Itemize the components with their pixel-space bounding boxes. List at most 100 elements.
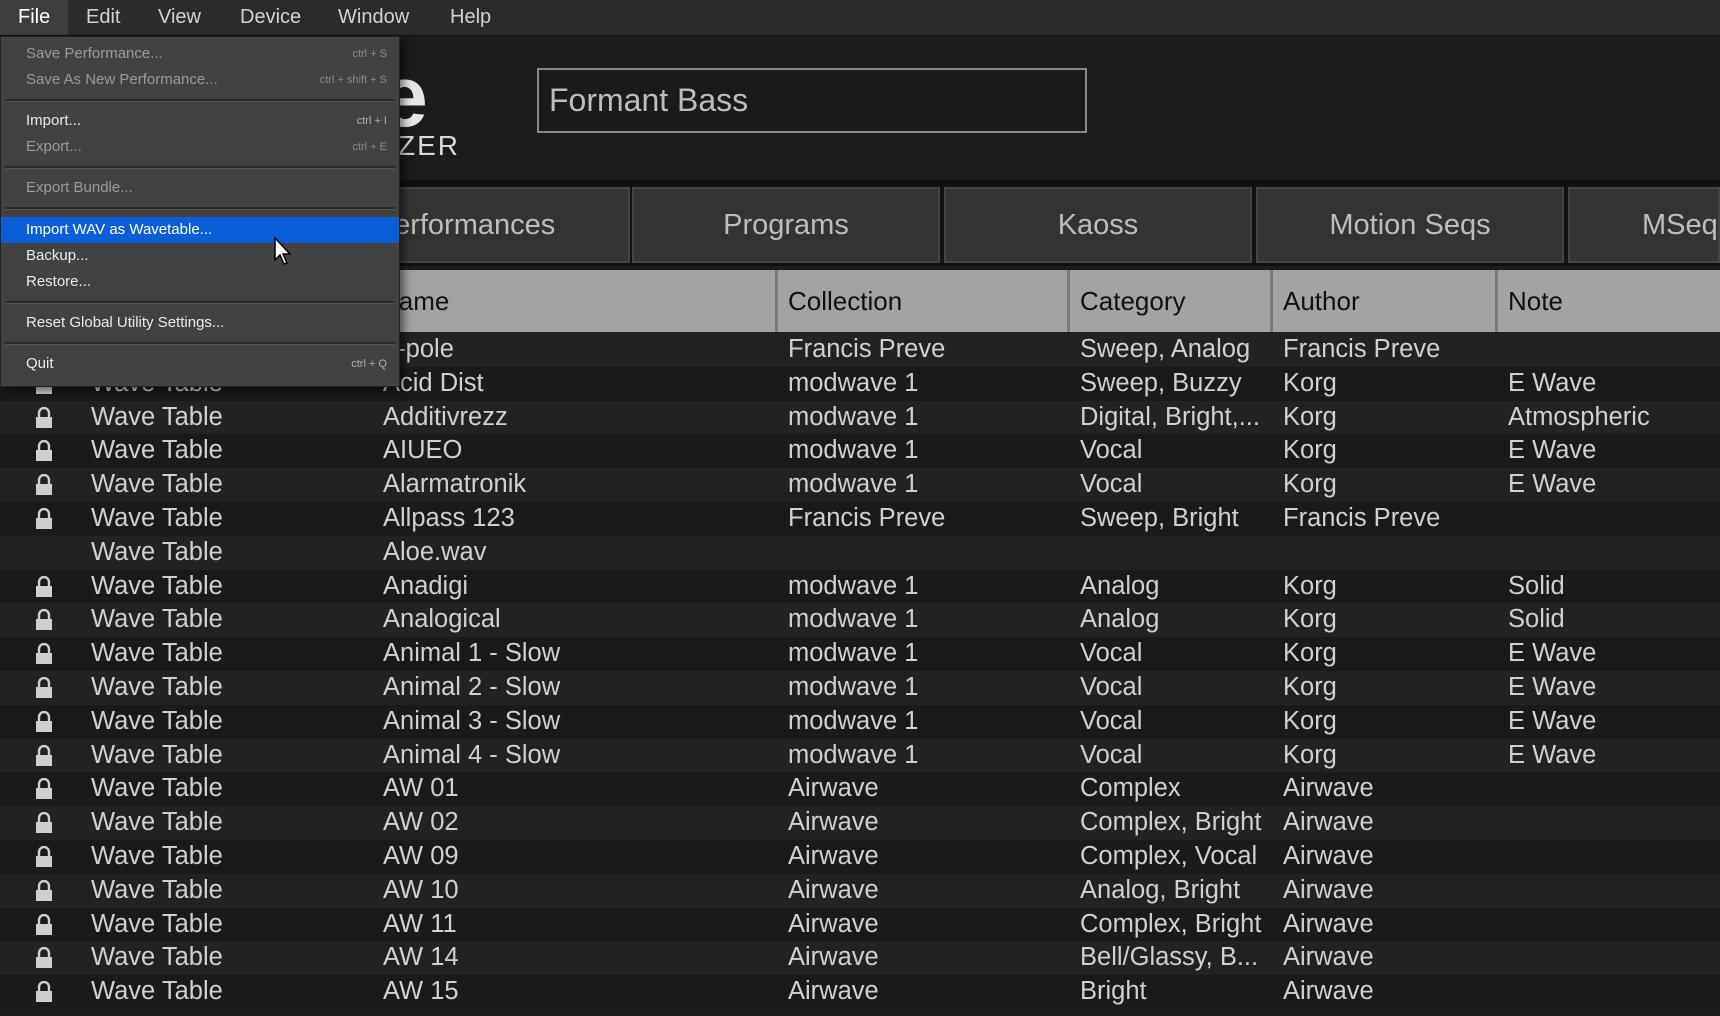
menu-edit[interactable]: Edit: [68, 0, 138, 35]
table-row[interactable]: Wave Table AW 11 Airwave Complex, Bright Air…: [0, 907, 1720, 942]
menu-window[interactable]: Window: [320, 0, 427, 35]
menu-item-quit[interactable]: Quit ctrl + Q: [1, 351, 399, 377]
cell-author: Korg: [1283, 571, 1337, 600]
menu-item-save-as-new-performance[interactable]: Save As New Performance... ctrl + shift +…: [1, 67, 399, 93]
cell-name: Analogical: [383, 605, 501, 634]
cell-name: Animal 2 - Slow: [383, 672, 561, 701]
menu-item-import[interactable]: Import... ctrl + I: [1, 108, 399, 134]
table-row[interactable]: Wave Table Animal 4 - Slow modwave 1 Vocal K…: [0, 738, 1720, 773]
cell-name: AW 02: [383, 808, 459, 837]
performance-name-box[interactable]: [537, 68, 1087, 133]
table-row[interactable]: Wave Table Additivrezz modwave 1 Digital, B…: [0, 400, 1720, 435]
cell-name: Anadigi: [383, 571, 469, 600]
menu-item-label: Save As New Performance...: [26, 71, 218, 88]
menu-item-label: Export...: [26, 138, 82, 155]
lock-icon: [36, 440, 52, 462]
tab-mseq[interactable]: MSeq: [1568, 187, 1720, 263]
cell-category: Bell/Glassy, B...: [1080, 943, 1259, 972]
cell-name: Additivrezz: [383, 402, 508, 431]
cell-author: Airwave: [1283, 943, 1374, 972]
cell-type: Wave Table: [91, 436, 223, 465]
cell-author: Korg: [1283, 368, 1337, 397]
shortcut-label: ctrl + I: [356, 115, 387, 127]
menu-item-label: Quit: [26, 355, 54, 372]
menu-item-backup[interactable]: Backup...: [1, 243, 399, 269]
tab-motion-seqs[interactable]: Motion Seqs: [1256, 187, 1564, 263]
cell-author: Airwave: [1283, 909, 1374, 938]
table-row[interactable]: Wave Table Animal 1 - Slow modwave 1 Vocal K…: [0, 637, 1720, 671]
table-row[interactable]: Wave Table AIUEO modwave 1 Vocal Korg E Wave: [0, 434, 1720, 469]
column-header-category[interactable]: Category: [1070, 270, 1273, 332]
cell-collection: Airwave: [788, 909, 879, 938]
menu-help[interactable]: Help: [432, 0, 509, 35]
table-row[interactable]: Wave Table Anadigi modwave 1 Analog Korg Soli…: [0, 569, 1720, 604]
table-row[interactable]: Wave Table Alarmatronik modwave 1 Vocal Korg…: [0, 468, 1720, 502]
cell-name: AW 14: [383, 943, 459, 972]
table-row[interactable]: Wave Table Analogical modwave 1 Analog Korg S…: [0, 603, 1720, 638]
column-header-author[interactable]: Author: [1273, 270, 1498, 332]
table-row[interactable]: Wave Table AW 02 Airwave Complex, Bright Air…: [0, 806, 1720, 840]
menu-item-restore[interactable]: Restore...: [1, 269, 399, 295]
lock-icon: [36, 710, 52, 732]
cell-author: Airwave: [1283, 977, 1374, 1006]
cell-category: Vocal: [1080, 672, 1143, 701]
cell-name: Animal 4 - Slow: [383, 740, 561, 769]
cell-collection: modwave 1: [788, 740, 919, 769]
menu-device[interactable]: Device: [222, 0, 319, 35]
menu-file[interactable]: File: [0, 0, 68, 35]
menu-view[interactable]: View: [140, 0, 219, 35]
performance-name-field[interactable]: [539, 70, 1085, 131]
lock-icon: [36, 575, 52, 597]
table-row[interactable]: Wave Table Animal 3 - Slow modwave 1 Vocal K…: [0, 704, 1720, 739]
menu-item-reset-global-utility-settings[interactable]: Reset Global Utility Settings...: [1, 310, 399, 336]
column-header-note[interactable]: Note: [1498, 270, 1720, 332]
column-header-collection[interactable]: Collection: [778, 270, 1070, 332]
lock-icon: [36, 744, 52, 766]
table-row[interactable]: Wave Table AW 14 Airwave Bell/Glassy, B... A…: [0, 941, 1720, 976]
tab-programs[interactable]: Programs: [632, 187, 940, 263]
menu-item-save-performance[interactable]: Save Performance... ctrl + S: [1, 41, 399, 67]
cell-name: Alarmatronik: [383, 470, 527, 499]
menu-separator: [5, 207, 395, 210]
cell-category: Analog: [1080, 571, 1160, 600]
cell-category: Vocal: [1080, 470, 1143, 499]
cell-name: AW 15: [383, 977, 459, 1006]
cell-category: Complex: [1080, 774, 1181, 803]
tab-kaoss[interactable]: Kaoss: [944, 187, 1252, 263]
mouse-cursor-icon: [274, 236, 292, 265]
table-row[interactable]: Wave Table Animal 2 - Slow modwave 1 Vocal K…: [0, 670, 1720, 705]
shortcut-label: ctrl + Q: [351, 358, 387, 370]
cell-type: Wave Table: [91, 672, 223, 701]
cell-name: Animal 1 - Slow: [383, 639, 561, 668]
lock-icon: [36, 507, 52, 529]
lock-icon: [36, 778, 52, 800]
table-row[interactable]: Wave Table Allpass 123 Francis Preve Sweep,…: [0, 501, 1720, 536]
menu-item-export[interactable]: Export... ctrl + E: [1, 134, 399, 160]
cell-author: Korg: [1283, 672, 1337, 701]
table-row[interactable]: Wave Table AW 09 Airwave Complex, Vocal Airw…: [0, 839, 1720, 874]
cell-collection: Airwave: [788, 774, 879, 803]
menu-separator: [5, 301, 395, 304]
cell-author: Airwave: [1283, 875, 1374, 904]
table-row[interactable]: Wave Table AW 01 Airwave Complex Airwave: [0, 772, 1720, 807]
menu-item-label: Save Performance...: [26, 45, 163, 62]
cell-collection: Francis Preve: [788, 503, 946, 532]
table-row[interactable]: Wave Table AW 15 Airwave Bright Airwave: [0, 975, 1720, 1009]
cell-collection: modwave 1: [788, 639, 919, 668]
table-row[interactable]: Wave Table AW 10 Airwave Analog, Bright Airw…: [0, 873, 1720, 908]
table-row[interactable]: Wave Table Aloe.wav: [0, 535, 1720, 570]
cell-type: Wave Table: [91, 706, 223, 735]
tab-label: Programs: [723, 208, 849, 241]
cell-type: Wave Table: [91, 639, 223, 668]
column-header-name[interactable]: Name: [370, 270, 778, 332]
lock-icon: [36, 845, 52, 867]
menu-separator: [5, 166, 395, 169]
cell-note: E Wave: [1508, 470, 1597, 499]
lock-icon: [36, 913, 52, 935]
lock-icon: [36, 406, 52, 428]
cell-author: Korg: [1283, 706, 1337, 735]
menu-separator: [5, 99, 395, 102]
cell-name: AW 01: [383, 774, 459, 803]
menu-item-import-wav-as-wavetable[interactable]: Import WAV as Wavetable...: [1, 217, 399, 243]
menu-item-export-bundle[interactable]: Export Bundle...: [1, 175, 399, 201]
